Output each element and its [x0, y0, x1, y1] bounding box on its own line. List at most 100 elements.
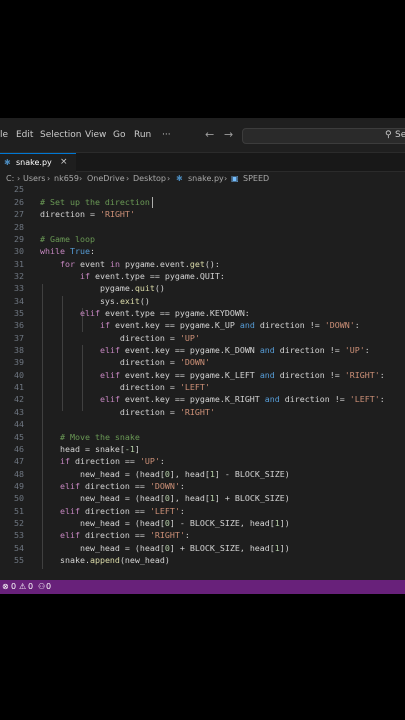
line-number: 39	[14, 357, 24, 367]
chevron-right-icon: ›	[17, 174, 21, 183]
menu-edit[interactable]: Edit	[16, 130, 33, 140]
close-icon[interactable]: ×	[60, 157, 68, 167]
line-number: 51	[14, 506, 24, 516]
code-line: direction = 'RIGHT'	[40, 407, 215, 417]
symbol-variable-icon: ▣	[231, 174, 239, 183]
menu-selection[interactable]: Selection	[40, 130, 81, 140]
menu-go[interactable]: Go	[113, 130, 125, 140]
line-number: 42	[14, 394, 24, 404]
tab-bar: ✱ snake.py ×	[0, 153, 405, 172]
code-line: while True:	[40, 246, 95, 256]
code-line: elif event.key == pygame.K_LEFT and dire…	[99, 370, 385, 380]
error-count[interactable]: 0	[11, 582, 16, 591]
error-icon[interactable]: ⊗	[2, 582, 9, 591]
code-line: elif event.type == pygame.KEYDOWN:	[79, 308, 250, 318]
code-line: new_head = (head[0] + BLOCK_SIZE, head[1…	[40, 543, 290, 553]
line-number: 50	[14, 493, 24, 503]
code-line: pygame.quit()	[40, 283, 165, 293]
line-number: 45	[14, 432, 24, 442]
code-line: elif direction == 'RIGHT':	[59, 530, 190, 540]
code-line: direction = 'RIGHT'	[40, 209, 135, 219]
ports-count[interactable]: 0	[46, 582, 51, 591]
line-number: 41	[14, 382, 24, 392]
code-line: new_head = (head[0], head[1] + BLOCK_SIZ…	[40, 493, 290, 503]
code-line: elif direction == 'DOWN':	[59, 481, 185, 491]
line-number: 52	[14, 518, 24, 528]
chevron-right-icon: ›	[47, 174, 51, 183]
tab-snake-py[interactable]: ✱ snake.py ×	[0, 153, 76, 172]
code-line: direction = 'DOWN'	[40, 357, 210, 367]
code-line: new_head = (head[0] - BLOCK_SIZE, head[1…	[40, 518, 290, 528]
line-number: 25	[14, 184, 24, 194]
search-icon: ⚲	[385, 130, 392, 140]
line-number: 48	[14, 469, 24, 479]
menu-view[interactable]: View	[85, 130, 106, 140]
line-number: 40	[14, 370, 24, 380]
chevron-right-icon: ›	[167, 174, 171, 183]
line-number: 53	[14, 530, 24, 540]
line-number: 46	[14, 444, 24, 454]
status-bar: ⊗ 0 ⚠ 0 ⚇ 0	[0, 580, 405, 594]
warning-count[interactable]: 0	[28, 582, 33, 591]
menu-bar: le Edit Selection View Go Run ··· ← → ⚲ …	[0, 118, 405, 153]
line-number: 27	[14, 209, 24, 219]
search-label: Se	[395, 130, 405, 140]
breadcrumb-symbol[interactable]: SPEED	[243, 174, 269, 183]
breadcrumb-onedrive[interactable]: OneDrive	[87, 174, 125, 183]
code-line: snake.append(new_head)	[40, 555, 170, 565]
python-file-icon: ✱	[4, 158, 11, 167]
chevron-right-icon: ›	[126, 174, 130, 183]
menu-file[interactable]: le	[0, 130, 8, 140]
line-number: 47	[14, 456, 24, 466]
python-file-icon: ✱	[176, 174, 183, 183]
code-line: elif event.key == pygame.K_DOWN and dire…	[99, 345, 370, 355]
arrow-right-icon[interactable]: →	[224, 128, 233, 141]
vscode-window: le Edit Selection View Go Run ··· ← → ⚲ …	[0, 118, 405, 594]
code-line: elif event.key == pygame.K_RIGHT and dir…	[99, 394, 385, 404]
warning-icon[interactable]: ⚠	[19, 582, 26, 591]
breadcrumb-users[interactable]: Users	[23, 174, 45, 183]
menu-run[interactable]: Run	[134, 130, 151, 140]
code-line: direction = 'UP'	[40, 333, 200, 343]
code-line: head = snake[-1]	[40, 444, 140, 454]
chevron-right-icon: ›	[79, 174, 83, 183]
code-line: if event.key == pygame.K_UP and directio…	[99, 320, 360, 330]
line-number: 29	[14, 234, 24, 244]
line-number: 43	[14, 407, 24, 417]
line-number: 30	[14, 246, 24, 256]
tab-label: snake.py	[16, 158, 52, 167]
breadcrumb-file[interactable]: snake.py	[188, 174, 224, 183]
code-line: for event in pygame.event.get():	[59, 259, 220, 269]
line-number: 49	[14, 481, 24, 491]
line-number: 28	[14, 222, 24, 232]
line-number: 55	[14, 555, 24, 565]
text-cursor	[152, 197, 153, 208]
code-editor[interactable]: 25 26 27 28 29 30 31 32 33 34 35 36 37 38 39 40 41 42 43 44…	[0, 184, 405, 582]
arrow-left-icon[interactable]: ←	[205, 128, 214, 141]
line-number: 35	[14, 308, 24, 318]
code-line: sys.exit()	[40, 296, 150, 306]
line-number: 44	[14, 419, 24, 429]
code-line: new_head = (head[0], head[1] - BLOCK_SIZ…	[40, 469, 290, 479]
code-line: if direction == 'UP':	[59, 456, 165, 466]
code-line: if event.type == pygame.QUIT:	[79, 271, 225, 281]
breadcrumb-desktop[interactable]: Desktop	[133, 174, 166, 183]
menu-more[interactable]: ···	[162, 130, 171, 140]
breadcrumb-user[interactable]: nk659	[54, 174, 79, 183]
chevron-right-icon: ›	[224, 174, 228, 183]
ports-icon[interactable]: ⚇	[38, 582, 45, 591]
code-line: elif direction == 'LEFT':	[59, 506, 185, 516]
line-number: 37	[14, 333, 24, 343]
code-line: # Set up the direction	[40, 197, 150, 207]
breadcrumb: C: › Users › nk659 › OneDrive › Desktop …	[0, 172, 405, 186]
command-center-search[interactable]: ⚲ Se	[242, 128, 405, 144]
line-number: 32	[14, 271, 24, 281]
breadcrumb-drive[interactable]: C:	[6, 174, 14, 183]
line-number: 36	[14, 320, 24, 330]
code-line: direction = 'LEFT'	[40, 382, 210, 392]
line-number: 34	[14, 296, 24, 306]
code-line: # Game loop	[40, 234, 95, 244]
code-line: # Move the snake	[59, 432, 140, 442]
line-number: 38	[14, 345, 24, 355]
line-number: 54	[14, 543, 24, 553]
